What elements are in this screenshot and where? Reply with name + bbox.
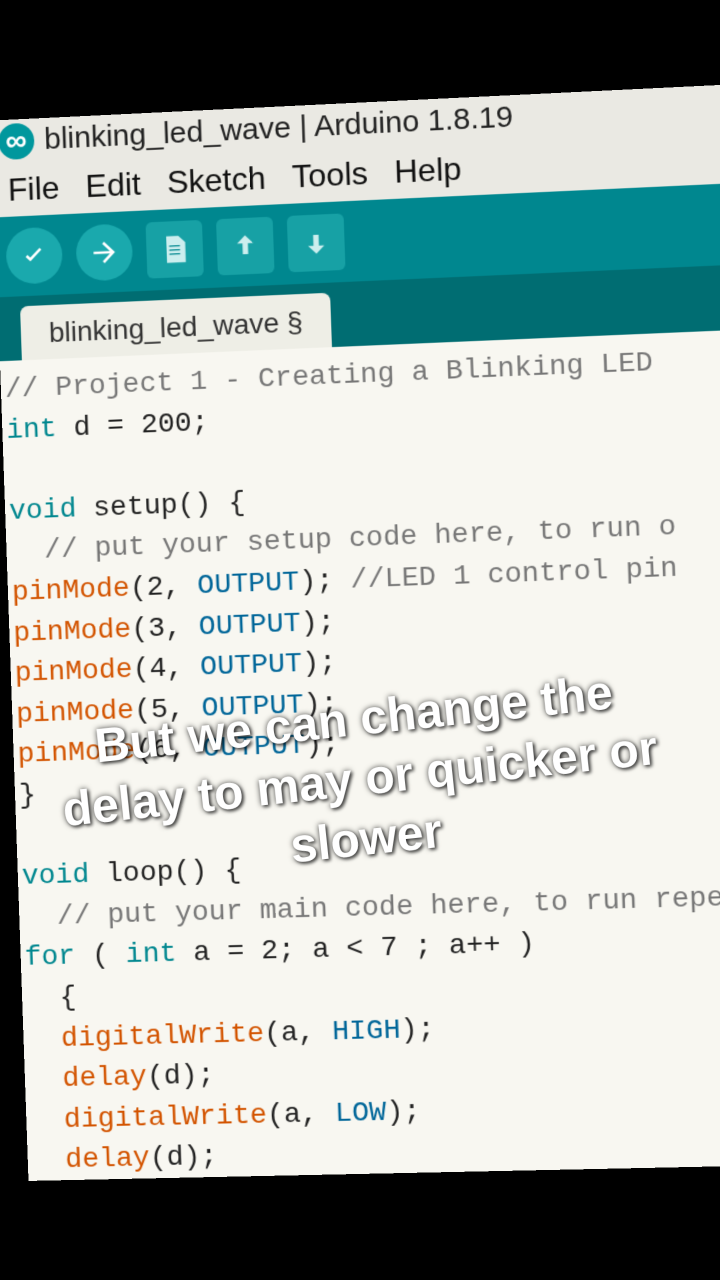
code-text: ); [305,730,340,762]
code-text: ); [302,648,337,680]
menu-edit[interactable]: Edit [85,166,142,206]
new-sketch-button[interactable] [146,220,204,279]
code-text: } [19,780,37,812]
menu-file[interactable]: File [7,169,60,208]
code-text: (d); [149,1142,218,1175]
code-text: (a, [266,1098,335,1131]
code-text: () { [177,488,246,522]
code-fn: pinMode [11,574,130,609]
code-text: ); [303,689,338,721]
code-text: ); [400,1014,435,1046]
upload-button[interactable] [75,223,133,282]
code-text: d = 200; [56,407,209,444]
code-keyword: int [125,939,177,971]
code-text: ); [300,607,335,639]
code-text: ); [299,565,351,598]
code-editor[interactable]: // Project 1 - Creating a Blinking LED i… [0,330,720,1181]
code-const: OUTPUT [198,608,301,643]
code-const: OUTPUT [201,690,304,725]
code-text: (a, [264,1017,333,1050]
code-fn: delay [31,1144,150,1178]
code-fn: digitalWrite [30,1100,268,1136]
code-const: OUTPUT [203,731,306,765]
code-keyword: void [21,860,89,893]
code-text: (4, [132,653,201,686]
code-text: loop [89,857,174,891]
code-comment: //LED 1 control pin [350,553,678,596]
code-const: LOW [334,1097,386,1129]
verify-button[interactable] [5,226,63,285]
code-text: (d); [146,1060,215,1093]
code-fn: pinMode [17,736,136,771]
arduino-ide-window: ∞ blinking_led_wave | Arduino 1.8.19 Fil… [0,85,720,1180]
code-keyword: void [9,494,77,528]
menu-help[interactable]: Help [394,150,462,191]
code-fn: digitalWrite [27,1018,265,1055]
code-text: ); [386,1097,421,1129]
menu-tools[interactable]: Tools [291,155,368,196]
code-const: OUTPUT [200,649,303,684]
code-fn: pinMode [14,655,133,690]
code-fn: delay [28,1062,147,1096]
code-text: ( [75,940,127,972]
open-sketch-button[interactable] [216,217,275,276]
arduino-logo-icon: ∞ [0,123,35,161]
code-text: (2, [129,571,198,605]
code-text: { [26,982,78,1014]
code-const: OUTPUT [197,567,300,602]
code-text: setup [76,490,178,525]
code-text: () { [173,855,242,888]
code-text: a = 2; a < 7 ; a++ ) [176,929,536,970]
code-fn: pinMode [16,696,135,731]
code-fn: pinMode [13,614,132,649]
code-keyword: for [24,942,76,974]
code-text: (5, [134,693,203,726]
save-sketch-button[interactable] [287,213,346,272]
code-const: HIGH [332,1015,401,1048]
code-keyword: int [6,414,57,447]
code-text: (3, [131,612,200,645]
menu-sketch[interactable]: Sketch [166,160,266,202]
code-text: (6, [135,734,204,767]
